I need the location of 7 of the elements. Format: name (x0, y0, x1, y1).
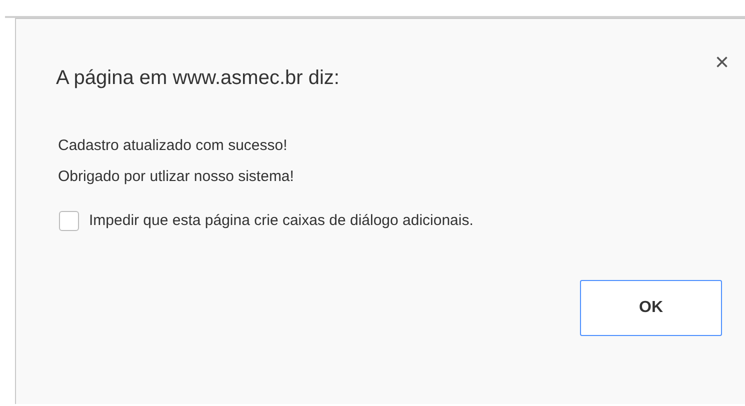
dialog-title: A página em www.asmec.br diz: (56, 66, 340, 91)
close-button[interactable]: × (714, 51, 729, 75)
message-line: Obrigado por utlizar nosso sistema! (58, 166, 295, 186)
ok-button[interactable]: OK (580, 280, 722, 336)
checkbox-label: Impedir que esta página crie caixas de diálogo adicionais. (89, 211, 474, 231)
checkbox[interactable] (59, 211, 79, 232)
message-line: Cadastro atualizado com sucesso! (58, 136, 288, 156)
